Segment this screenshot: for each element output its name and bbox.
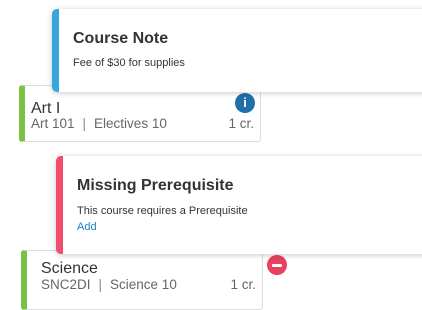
- course-meta: SNC2DI | Science 10: [41, 277, 177, 292]
- popover-title: Missing Prerequisite: [77, 177, 234, 194]
- course-category: Electives 10: [94, 116, 167, 131]
- popover-body: Fee of $30 for supplies: [73, 57, 185, 69]
- course-code: Art 101: [31, 116, 75, 131]
- add-prerequisite-link[interactable]: Add: [77, 221, 97, 233]
- separator: |: [98, 277, 103, 292]
- info-icon[interactable]: i: [235, 93, 255, 113]
- course-credits: 1 cr.: [230, 277, 256, 292]
- blocked-icon[interactable]: [267, 255, 287, 275]
- course-card-science[interactable]: Science SNC2DI | Science 10 1 cr.: [21, 250, 287, 310]
- separator: |: [82, 116, 87, 131]
- course-note-popover: Course Note Fee of $30 for supplies: [52, 9, 422, 92]
- course-credits: 1 cr.: [228, 116, 254, 131]
- course-card-art[interactable]: Art I i Art 101 | Electives 10 1 cr.: [19, 85, 261, 142]
- course-title: Science: [41, 260, 98, 277]
- missing-prerequisite-popover: Missing Prerequisite This course require…: [56, 156, 422, 254]
- popover-title: Course Note: [73, 30, 169, 47]
- course-code: SNC2DI: [41, 277, 91, 292]
- popover-body: This course requires a Prerequisite: [77, 205, 248, 217]
- course-meta: Art 101 | Electives 10: [31, 116, 167, 131]
- course-category: Science 10: [110, 277, 177, 292]
